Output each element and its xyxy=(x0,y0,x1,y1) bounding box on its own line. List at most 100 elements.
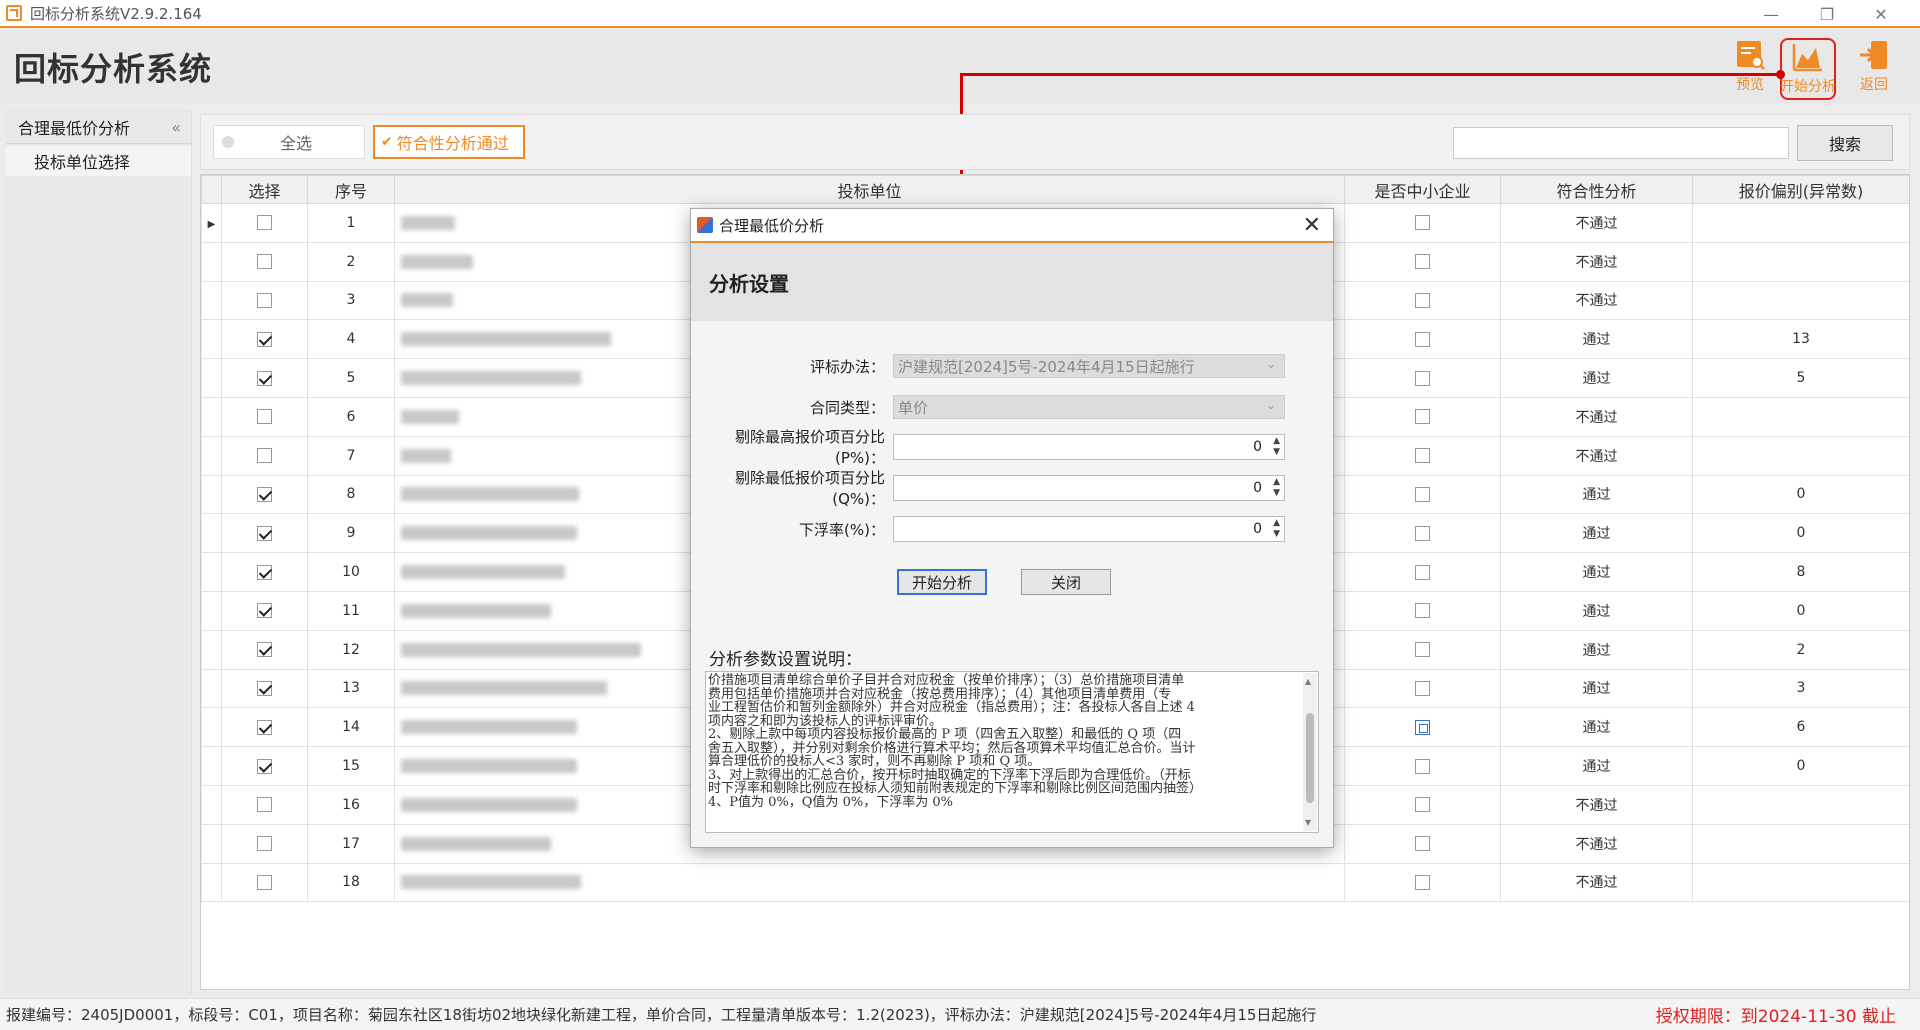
scroll-thumb[interactable] xyxy=(1306,713,1314,803)
row-select-checkbox[interactable] xyxy=(257,564,272,580)
select-cell[interactable] xyxy=(221,513,308,554)
sme-checkbox[interactable] xyxy=(1415,836,1430,852)
sme-checkbox[interactable] xyxy=(1415,719,1430,735)
row-select-checkbox[interactable] xyxy=(257,409,272,425)
dialog-close-icon[interactable]: ✕ xyxy=(1303,213,1321,238)
sme-cell[interactable] xyxy=(1344,280,1501,321)
sidebar-group-header[interactable]: 合理最低价分析 « xyxy=(6,110,191,144)
notes-textarea[interactable]: 价措施项目清单综合单价子目并合对应税金（按单价排序）；（3）总价措施项目清单 费用… xyxy=(705,671,1319,833)
sme-checkbox[interactable] xyxy=(1415,448,1430,464)
row-select-checkbox[interactable] xyxy=(257,797,272,813)
select-cell[interactable] xyxy=(221,552,308,592)
sme-cell[interactable] xyxy=(1344,552,1501,592)
select-cell[interactable] xyxy=(221,823,308,864)
select-cell[interactable] xyxy=(221,396,308,437)
sme-checkbox[interactable] xyxy=(1415,603,1430,619)
sme-checkbox[interactable] xyxy=(1415,292,1430,308)
close-window-button[interactable]: ✕ xyxy=(1858,0,1904,28)
method-select[interactable]: 沪建规范[2024]5号-2024年4月15日起施行 ⌄ xyxy=(893,354,1285,378)
row-select-checkbox[interactable] xyxy=(257,874,272,890)
row-select-checkbox[interactable] xyxy=(257,486,272,502)
search-input[interactable] xyxy=(1453,127,1789,159)
col-select[interactable]: 选择 xyxy=(221,175,308,204)
sme-checkbox[interactable] xyxy=(1415,642,1430,658)
table-row[interactable]: 18 不通过 xyxy=(201,862,1909,903)
col-sme[interactable]: 是否中小企业 xyxy=(1344,175,1501,204)
sme-checkbox[interactable] xyxy=(1415,680,1430,696)
spin-arrows-icon[interactable]: ▲ ▼ xyxy=(1273,436,1280,458)
col-number[interactable]: 序号 xyxy=(307,175,395,204)
row-select-checkbox[interactable] xyxy=(257,292,272,308)
sme-cell[interactable] xyxy=(1344,862,1501,903)
dialog-start-analysis-button[interactable]: 开始分析 xyxy=(897,569,987,595)
col-anomaly[interactable]: 报价偏别(异常数) xyxy=(1692,175,1909,204)
select-cell[interactable] xyxy=(221,590,308,631)
notes-scrollbar[interactable]: ▲ ▼ xyxy=(1303,673,1317,831)
select-cell[interactable] xyxy=(221,862,308,903)
sme-cell[interactable] xyxy=(1344,823,1501,864)
select-cell[interactable] xyxy=(221,784,308,825)
high-pct-stepper[interactable]: 0 ▲ ▼ xyxy=(893,434,1285,460)
sme-cell[interactable] xyxy=(1344,358,1501,398)
select-cell[interactable] xyxy=(221,358,308,398)
row-select-checkbox[interactable] xyxy=(257,603,272,619)
select-cell[interactable] xyxy=(221,474,308,515)
sme-cell[interactable] xyxy=(1344,435,1501,476)
sme-cell[interactable] xyxy=(1344,241,1501,282)
sme-cell[interactable] xyxy=(1344,203,1501,243)
select-cell[interactable] xyxy=(221,435,308,476)
sme-checkbox[interactable] xyxy=(1415,874,1430,890)
row-select-checkbox[interactable] xyxy=(257,254,272,270)
sme-cell[interactable] xyxy=(1344,746,1501,786)
sme-checkbox[interactable] xyxy=(1415,758,1430,774)
compliance-pass-filter[interactable]: ✔ 符合性分析通过 xyxy=(373,125,525,159)
start-analysis-button[interactable]: 开始分析 xyxy=(1780,38,1836,100)
col-compliance[interactable]: 符合性分析 xyxy=(1500,175,1693,204)
select-cell[interactable] xyxy=(221,668,308,709)
sme-cell[interactable] xyxy=(1344,319,1501,360)
sme-cell[interactable] xyxy=(1344,707,1501,748)
select-cell[interactable] xyxy=(221,707,308,748)
row-select-checkbox[interactable] xyxy=(257,525,272,541)
select-cell[interactable] xyxy=(221,280,308,321)
float-rate-stepper[interactable]: 0 ▲ ▼ xyxy=(893,516,1285,542)
select-cell[interactable] xyxy=(221,319,308,360)
sme-cell[interactable] xyxy=(1344,629,1501,670)
sme-cell[interactable] xyxy=(1344,396,1501,437)
row-select-checkbox[interactable] xyxy=(257,680,272,696)
spin-arrows-icon[interactable]: ▲ ▼ xyxy=(1273,518,1280,540)
sme-checkbox[interactable] xyxy=(1415,215,1430,231)
spin-arrows-icon[interactable]: ▲ ▼ xyxy=(1273,477,1280,499)
minimize-button[interactable]: — xyxy=(1748,0,1794,28)
select-cell[interactable] xyxy=(221,241,308,282)
select-cell[interactable] xyxy=(221,203,308,243)
restore-button[interactable]: ❐ xyxy=(1804,0,1850,28)
select-all-toggle[interactable]: 全选 xyxy=(213,125,365,159)
search-button[interactable]: 搜索 xyxy=(1797,125,1893,161)
sme-checkbox[interactable] xyxy=(1415,486,1430,502)
row-select-checkbox[interactable] xyxy=(257,836,272,852)
row-select-checkbox[interactable] xyxy=(257,719,272,735)
row-select-checkbox[interactable] xyxy=(257,215,272,231)
sme-checkbox[interactable] xyxy=(1415,409,1430,425)
sme-checkbox[interactable] xyxy=(1415,370,1430,386)
sme-cell[interactable] xyxy=(1344,590,1501,631)
sme-cell[interactable] xyxy=(1344,513,1501,554)
scroll-up-icon[interactable]: ▲ xyxy=(1305,675,1311,689)
preview-button[interactable]: 预览 xyxy=(1722,38,1778,100)
low-pct-stepper[interactable]: 0 ▲ ▼ xyxy=(893,475,1285,501)
select-cell[interactable] xyxy=(221,629,308,670)
row-select-checkbox[interactable] xyxy=(257,331,272,347)
row-select-checkbox[interactable] xyxy=(257,370,272,386)
sme-cell[interactable] xyxy=(1344,668,1501,709)
sme-checkbox[interactable] xyxy=(1415,331,1430,347)
row-select-checkbox[interactable] xyxy=(257,642,272,658)
sme-checkbox[interactable] xyxy=(1415,797,1430,813)
collapse-icon[interactable]: « xyxy=(171,118,181,137)
sme-checkbox[interactable] xyxy=(1415,525,1430,541)
scroll-down-icon[interactable]: ▼ xyxy=(1305,816,1311,830)
col-bidder[interactable]: 投标单位 xyxy=(394,175,1345,204)
sidebar-item-bidder-selection[interactable]: 投标单位选择 xyxy=(6,146,191,176)
return-button[interactable]: 返回 xyxy=(1846,38,1902,100)
select-cell[interactable] xyxy=(221,746,308,786)
